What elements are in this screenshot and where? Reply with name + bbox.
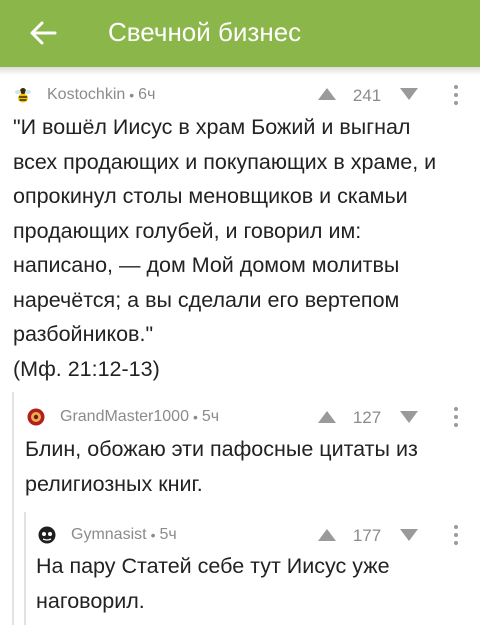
comment-time: 5ч — [159, 526, 177, 543]
comment-time: 6ч — [138, 86, 156, 103]
comment-meta: Gymnasist • 5ч — [37, 524, 177, 546]
dark-face-avatar-icon[interactable] — [37, 525, 57, 545]
comment-meta: GrandMaster1000 • 5ч — [26, 406, 219, 428]
comment-rating: 127 — [352, 408, 382, 427]
downvote-arrow-icon[interactable] — [399, 87, 419, 101]
upvote-arrow-icon[interactable] — [317, 87, 337, 101]
meta-separator: • — [192, 409, 198, 425]
meta-separator: • — [150, 527, 156, 543]
comment-text: Блин, обожаю эти пафосные цитаты из рели… — [25, 437, 418, 496]
more-options-icon[interactable] — [452, 84, 460, 106]
thread-line — [24, 512, 26, 625]
meta-separator: • — [129, 87, 135, 103]
comment-rating: 241 — [352, 86, 382, 105]
more-options-icon[interactable] — [452, 406, 460, 428]
app-bar-shadow — [0, 67, 480, 75]
comment-meta: Kostochkin • 6ч — [13, 84, 155, 106]
page-title: Свечной бизнес — [108, 17, 302, 47]
comment-time: 5ч — [201, 408, 220, 425]
comment-author[interactable]: Gymnasist — [71, 526, 147, 544]
comment-author[interactable]: GrandMaster1000 — [60, 408, 189, 426]
upvote-arrow-icon[interactable] — [317, 410, 337, 424]
comment-text: "И вошёл Иисус в храм Божий и выгнал все… — [13, 115, 437, 381]
thread-line — [12, 392, 14, 625]
back-arrow-icon[interactable] — [28, 18, 58, 48]
downvote-arrow-icon[interactable] — [399, 528, 419, 542]
comment-rating: 177 — [352, 526, 382, 545]
comment-author[interactable]: Kostochkin — [47, 86, 125, 104]
downvote-arrow-icon[interactable] — [399, 410, 419, 424]
bee-avatar-icon[interactable] — [13, 85, 33, 105]
red-emblem-avatar-icon[interactable] — [26, 407, 46, 427]
more-options-icon[interactable] — [452, 524, 460, 546]
comment-text: На пару Статей себе тут Иисус уже нагово… — [36, 554, 390, 613]
app-bar: Свечной бизнес — [0, 0, 480, 67]
upvote-arrow-icon[interactable] — [317, 528, 337, 542]
